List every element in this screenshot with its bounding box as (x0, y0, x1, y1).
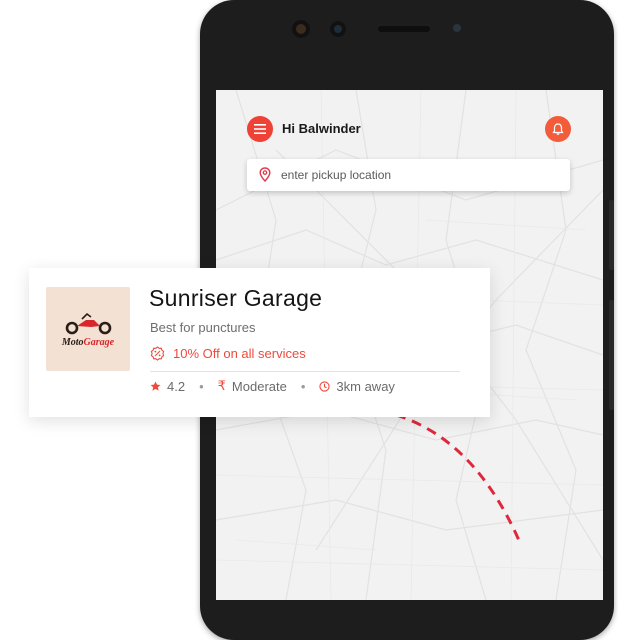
discount-badge-icon (150, 345, 165, 361)
menu-button[interactable] (247, 116, 273, 142)
proximity-sensor (453, 24, 461, 32)
greeting-text: Hi Balwinder (282, 121, 361, 136)
garage-tagline: Best for punctures (150, 320, 256, 335)
offer-row: 10% Off on all services (150, 344, 306, 362)
price-level: Moderate (231, 378, 287, 394)
separator-dot: • (199, 378, 204, 394)
pickup-search-bar[interactable] (247, 159, 570, 191)
notification-button[interactable] (545, 116, 571, 142)
garage-meta-row: 4.2 • ₹ Moderate • 3km away (150, 377, 395, 395)
card-divider (150, 371, 460, 372)
phone-volume-button (609, 200, 614, 270)
rupee-icon: ₹ (217, 378, 226, 393)
location-pin-icon (259, 167, 271, 182)
earpiece-speaker (378, 26, 430, 32)
front-sensor (330, 21, 346, 37)
phone-power-button (609, 300, 614, 410)
motorcycle-logo-icon: MotoGarage (61, 312, 115, 348)
garage-name: Sunriser Garage (149, 285, 323, 311)
clock-icon (319, 380, 331, 392)
svg-text:MotoGarage: MotoGarage (61, 337, 115, 348)
hamburger-menu-icon (254, 124, 266, 134)
bell-icon (552, 123, 564, 135)
garage-card[interactable]: MotoGarage Sunriser Garage Best for punc… (29, 268, 490, 417)
pickup-location-input[interactable] (281, 159, 561, 191)
front-camera (292, 20, 310, 38)
garage-logo: MotoGarage (46, 287, 130, 371)
star-icon (150, 380, 161, 391)
offer-text: 10% Off on all services (173, 345, 306, 361)
distance-value: 3km away (336, 378, 395, 394)
rating-value: 4.2 (167, 378, 186, 394)
separator-dot: • (300, 378, 306, 394)
top-bar: Hi Balwinder (216, 90, 603, 191)
